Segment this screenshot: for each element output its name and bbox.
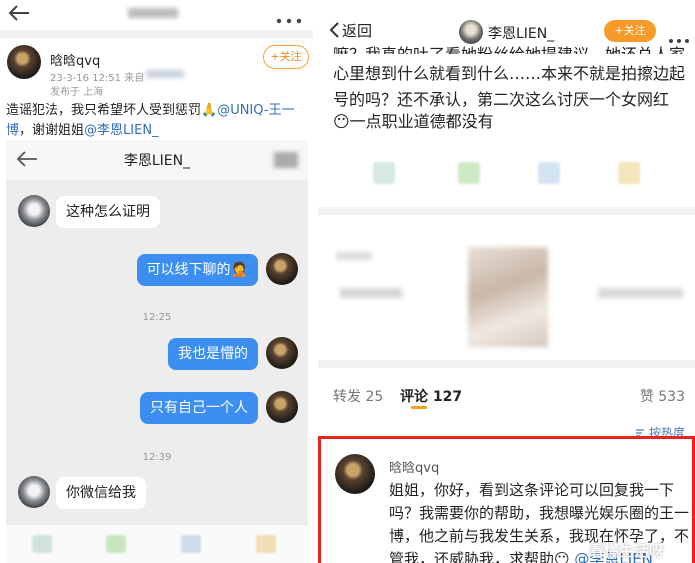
chat-timestamp: 12:39 [142,452,172,463]
bottom-bar-blurred [6,525,308,563]
post-text-clipped: 嘛？我真的吐了看她粉丝给她提建议，她还总人家 [333,38,693,54]
mention-link[interactable]: @李恩LIEN_ [84,123,159,138]
chat-header: 李恩LIEN_ [6,140,308,180]
avatar [266,337,298,369]
divider [318,360,695,368]
avatar [266,253,298,285]
post-username[interactable]: 晗晗qvq [50,50,100,69]
chat-message-incoming: 这种怎么证明 [56,196,160,228]
tab-indicator [411,406,427,409]
avatar [18,476,50,508]
header-icon-blurred [274,152,298,168]
avatar [18,195,50,227]
blurred-image [318,222,695,357]
tab-like[interactable]: 赞 533 [640,386,685,406]
divider [318,207,695,215]
avatar[interactable] [7,45,41,79]
post-text: 造谣犯法，我只希望坏人受到惩罚🙏@UNIQ-王一博，谢谢姐姐@李恩LIEN_ [6,101,306,141]
post-text-last: 😶一点职业道德都没有 [333,112,494,131]
chat-message-outgoing: 我也是懵的 [168,338,258,370]
post-text-part2: ，谢谢姐姐 [19,123,85,138]
chat-timestamp: 12:25 [142,312,172,323]
avatar [266,391,298,423]
post-text: 心里想到什么就看到什么……本来不就是拍擦边起号的吗？还不承认，第二次这么讨厌一个… [333,64,686,109]
page-title-blurred [128,8,178,18]
tab-comment[interactable]: 评论 127 [400,386,462,406]
chevron-left-icon [329,22,339,38]
follow-button[interactable]: +关注 [263,45,309,69]
chat-message-outgoing: 只有自己一个人 [140,392,258,424]
avatar[interactable] [335,454,375,494]
more-dots-icon[interactable] [668,29,690,43]
back-button[interactable]: 返回 [328,20,372,40]
back-arrow-icon[interactable] [8,4,30,22]
left-screenshot: 晗晗qvq 23-3-16 12:51 来自 发布于 上海 +关注 造谣犯法，我… [0,0,313,563]
divider [0,30,313,38]
comment-username[interactable]: 晗晗qvq [389,457,439,476]
more-dots-icon[interactable] [276,9,302,24]
right-screenshot: 返回 李恩LIEN_ +关注 嘛？我真的吐了看她粉丝给她提建议，她还总人家 心里… [318,0,695,563]
chat-screenshot: 李恩LIEN_ 这种怎么证明 可以线下聊的🤦 12:25 我也是懵的 只有自己一… [6,140,308,563]
chat-title: 李恩LIEN_ [123,153,191,169]
chat-message-outgoing: 可以线下聊的🤦 [136,254,258,286]
post-meta-time: 23-3-16 12:51 来自 [50,73,145,84]
watermark: 看懂生活呀 [589,542,665,560]
post-text-part1: 造谣犯法，我只希望坏人受到惩罚🙏 [6,103,218,118]
device-blurred [146,70,184,78]
tab-repost[interactable]: 转发 25 [333,386,383,406]
chat-message-incoming: 你微信给我 [56,477,146,509]
post-meta-location: 发布于 上海 [50,87,104,98]
post-actions-blurred [318,150,695,198]
